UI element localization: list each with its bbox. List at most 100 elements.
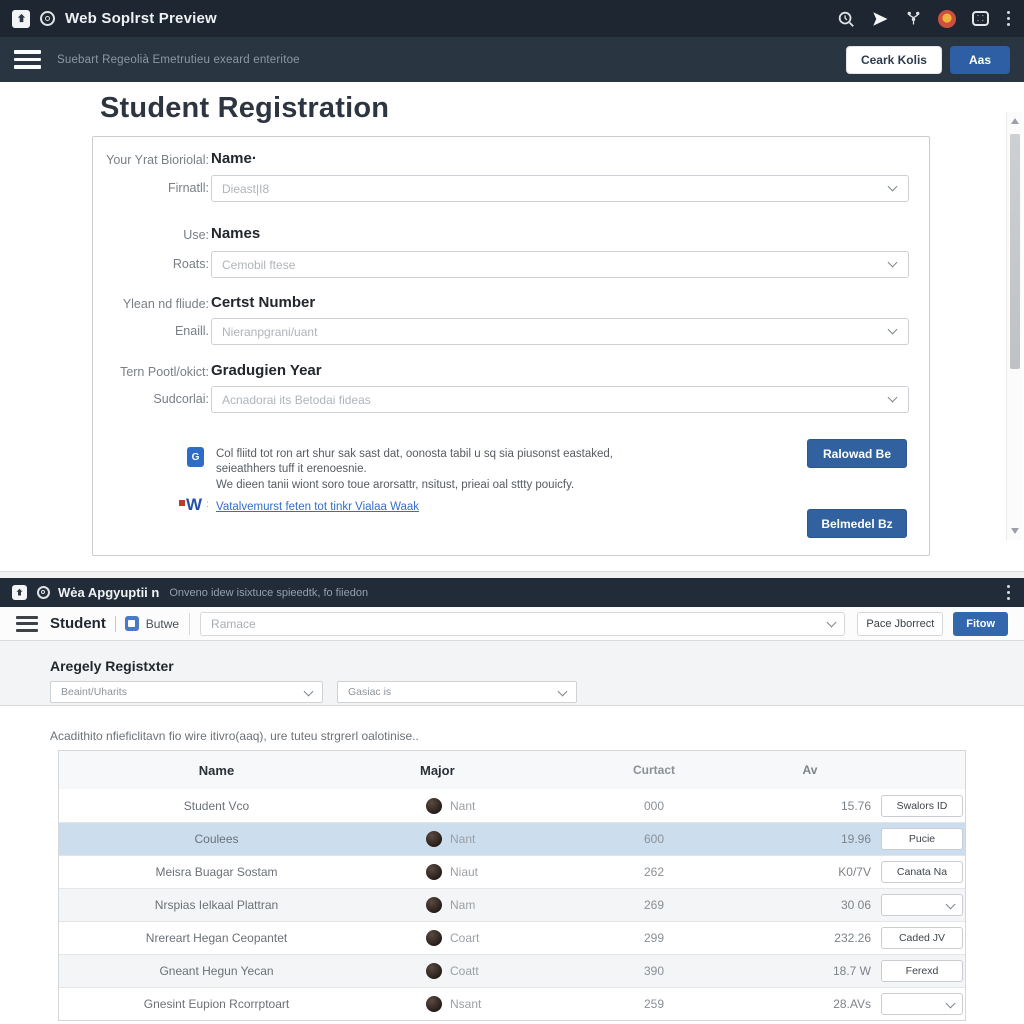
- window-gap: [0, 571, 1024, 578]
- row-button[interactable]: Fitow: [953, 612, 1008, 636]
- filter-select-2[interactable]: Gasiac is: [337, 681, 577, 703]
- avatar: [426, 996, 442, 1012]
- row-action-select[interactable]: [881, 894, 963, 916]
- chevron-down-icon: [946, 900, 956, 910]
- secondary-action-button[interactable]: Ceark Kolis: [846, 46, 942, 74]
- row-action-button[interactable]: Canata Na: [881, 861, 963, 883]
- scrollbar-vertical[interactable]: [1006, 112, 1022, 540]
- primary-action-button[interactable]: Aas: [950, 46, 1010, 74]
- navbar-breadcrumb: Suebart Regeolià Emetrutieu exeard enter…: [57, 54, 300, 66]
- form-section-title: Name·: [211, 150, 257, 167]
- window2-titlebar: Wėa Apgyuptii n Onveno idew isixtuce spi…: [0, 578, 1024, 607]
- filter-select-1[interactable]: Beaint/Uharits: [50, 681, 323, 703]
- apps-icon[interactable]: [125, 616, 139, 631]
- search-clock-icon[interactable]: [837, 10, 855, 28]
- table-row[interactable]: Gnesint Eupion Rcorrptoart Nsant 259 28.…: [59, 987, 965, 1020]
- name-field[interactable]: [211, 175, 909, 202]
- menu-kebab-icon[interactable]: [1005, 583, 1012, 602]
- row-action-button[interactable]: Pucie: [881, 828, 963, 850]
- home-icon[interactable]: [12, 585, 27, 600]
- avatar: [426, 831, 442, 847]
- divider: [189, 613, 190, 635]
- form-row-label: Ylean nd fliude:: [101, 297, 209, 311]
- table-row[interactable]: Nrspias Ielkaal Plattran Nam 269 30 06: [59, 888, 965, 921]
- avatar: [426, 930, 442, 946]
- home-icon[interactable]: [12, 10, 30, 28]
- table-row[interactable]: Gneant Hegun Yecan Coatt 390 18.7 W Fere…: [59, 954, 965, 987]
- scroll-down-icon[interactable]: [1011, 528, 1019, 534]
- window1-title: Web Soplrst Preview: [65, 10, 217, 27]
- send-icon[interactable]: [871, 10, 889, 28]
- hamburger-icon[interactable]: [16, 612, 38, 635]
- header-name[interactable]: Name: [59, 763, 374, 778]
- notice-link[interactable]: Vatalvemurst feten tot tinkr Vialaa Waak: [216, 501, 419, 513]
- form-field-label: Roats:: [101, 257, 209, 271]
- header-major[interactable]: Major: [374, 763, 559, 778]
- form-section-title: Certst Number: [211, 294, 315, 311]
- form-row-label: Tern Pootl/okict:: [101, 365, 209, 379]
- filter-section: Aregely Registxter Beaint/Uharits Gasiac…: [0, 641, 1024, 706]
- page-title: Student Registration: [100, 92, 389, 125]
- table-row-selected[interactable]: Coulees Nant 600 19.96 Pucie: [59, 822, 965, 855]
- table-row[interactable]: Meisra Buagar Sostam Niaut 262 K0/7V Can…: [59, 855, 965, 888]
- window1-navbar: Suebart Regeolià Emetrutieu exeard enter…: [0, 37, 1024, 82]
- wordmark-icon: W :: [179, 497, 209, 513]
- names-field[interactable]: [211, 251, 909, 278]
- brand-label: Student: [50, 615, 106, 632]
- chevron-down-icon: [946, 999, 956, 1009]
- form-section-title: Names: [211, 225, 260, 242]
- row-action-button[interactable]: Ferexd: [881, 960, 963, 982]
- students-table: Name Major Curtact Av Student Vco Nant 0…: [58, 750, 966, 1021]
- search-input[interactable]: [200, 612, 845, 636]
- chevron-down-icon: [304, 687, 314, 697]
- row-action-select[interactable]: [881, 993, 963, 1015]
- table-row[interactable]: Student Vco Nant 000 15.76 Swalors ID: [59, 789, 965, 822]
- email-field[interactable]: [211, 318, 909, 345]
- titlebar-actions: ⸬: [837, 9, 1012, 28]
- form-section-title: Gradugien Year: [211, 362, 322, 379]
- header-av[interactable]: Av: [749, 763, 873, 777]
- form-field-label: Sudcorlai:: [101, 392, 209, 406]
- avatar: [426, 798, 442, 814]
- shield-icon: G: [187, 447, 204, 467]
- notice-line-2: seieathhers tuff it erenoesnie.: [216, 462, 696, 477]
- window1-titlebar: Web Soplrst Preview ⸬: [0, 0, 1024, 37]
- chevron-down-icon: [558, 687, 568, 697]
- divider: [115, 616, 116, 632]
- graduation-year-field[interactable]: [211, 386, 909, 413]
- menu-kebab-icon[interactable]: [1005, 9, 1012, 28]
- globe-icon: [40, 11, 55, 26]
- row-action-button[interactable]: Swalors ID: [881, 795, 963, 817]
- form-field-label: Enaill.: [101, 324, 209, 338]
- search-box: [200, 612, 845, 636]
- filter-heading: Aregely Registxter: [50, 658, 174, 674]
- hamburger-icon[interactable]: [14, 46, 41, 73]
- scrollbar-thumb[interactable]: [1010, 134, 1020, 369]
- submit-button[interactable]: Belmedel Bz: [807, 509, 907, 538]
- table-header-row: Name Major Curtact Av: [59, 751, 965, 789]
- notice-line-1: Col fliitd tot ron art shur sak sast dat…: [216, 447, 696, 462]
- scroll-up-icon[interactable]: [1011, 118, 1019, 124]
- tabs-icon[interactable]: ⸬: [972, 11, 989, 26]
- red-square-icon: [179, 500, 185, 506]
- form-row-label: Your Yrat Bioriolal:: [101, 153, 209, 167]
- table-row[interactable]: Nrereart Hegan Ceopantet Coart 299 232.2…: [59, 921, 965, 954]
- avatar: [426, 963, 442, 979]
- table-note: Acadithito nfieficlitavn fio wire itivro…: [50, 729, 419, 743]
- apps-label: Butwe: [146, 617, 179, 631]
- row-action-button[interactable]: Caded JV: [881, 927, 963, 949]
- page-correct-button[interactable]: Pace Jborrect: [857, 612, 943, 636]
- reload-button[interactable]: Ralowad Be: [807, 439, 907, 468]
- registration-form-panel: Your Yrat Bioriolal: Name· Firnatll: Use…: [92, 136, 930, 556]
- globe-icon: [37, 586, 50, 599]
- form-field-label: Firnatll:: [101, 181, 209, 195]
- form-row-label: Use:: [101, 228, 209, 242]
- header-curtact[interactable]: Curtact: [559, 763, 749, 777]
- notice-line-3: We dieen tanii wiont soro toue arorsattr…: [216, 478, 696, 493]
- share-icon[interactable]: [905, 10, 922, 27]
- avatar: [426, 897, 442, 913]
- window2-subtitle: Onveno idew isixtuce spieedtk, fo fiiedo…: [169, 587, 368, 599]
- avatar: [426, 864, 442, 880]
- window2-toolbar: Student Butwe Pace Jborrect Fitow: [0, 607, 1024, 641]
- profile-avatar[interactable]: [938, 10, 956, 28]
